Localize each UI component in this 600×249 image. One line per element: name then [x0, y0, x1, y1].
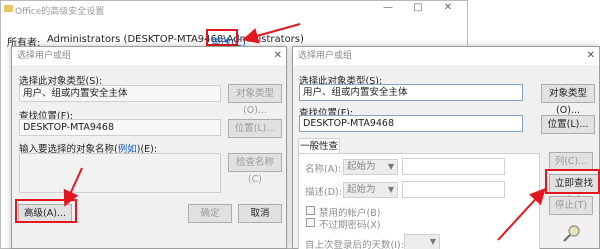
- name-label: 名称(A):: [305, 164, 342, 175]
- select-users-dialog-left: 选择用户或组 ✕ 选择此对象类型(S): 用户、组或内置安全主体 对象类型(O)…: [11, 46, 287, 249]
- object-type-field: 用户、组或内置安全主体: [299, 84, 523, 101]
- name-input[interactable]: [402, 158, 505, 175]
- close-button[interactable]: ✕: [433, 1, 463, 15]
- stop-button[interactable]: 停止(T): [549, 196, 593, 215]
- select-users-dialog-right: 选择用户或组 ✕ 选择此对象类型(S): 用户、组或内置安全主体 对象类型(O)…: [292, 46, 600, 249]
- find-now-button[interactable]: 立即查找(N): [549, 174, 599, 206]
- cancel-button[interactable]: 取消: [238, 204, 282, 223]
- name-combo[interactable]: 起始为 ▼: [343, 159, 398, 175]
- columns-button[interactable]: 列(C)...: [549, 152, 593, 171]
- location-field: DESKTOP-MTA9468: [19, 119, 221, 136]
- desc-label: 描述(D):: [305, 187, 342, 198]
- object-names-textarea[interactable]: [19, 153, 221, 193]
- name-combo-value: 起始为: [347, 161, 376, 172]
- location-button[interactable]: 位置(L)...: [228, 119, 282, 138]
- search-icon: [563, 225, 580, 242]
- advanced-button[interactable]: 高级(A)...: [18, 204, 72, 223]
- close-icon[interactable]: ✕: [274, 47, 282, 65]
- close-icon[interactable]: ✕: [587, 47, 595, 65]
- non-expiring-label: 不过期密码(X): [319, 220, 381, 231]
- owner-value: Administrators (DESKTOP-MTA9468\Administ…: [47, 34, 304, 45]
- object-type-field: 用户、组或内置安全主体: [19, 85, 221, 102]
- days-since-login-combo[interactable]: ▼: [404, 234, 440, 249]
- folder-icon: [4, 5, 13, 12]
- days-since-login-label: 自上次登录后的天数(I):: [305, 240, 404, 249]
- non-expiring-checkbox[interactable]: [306, 218, 315, 227]
- location-field: DESKTOP-MTA9468: [299, 115, 523, 132]
- maximize-button[interactable]: □: [403, 1, 433, 15]
- tab-general-query[interactable]: 一般性查询: [298, 138, 340, 167]
- desc-input[interactable]: [402, 181, 505, 198]
- location-button[interactable]: 位置(L)...: [541, 115, 595, 134]
- desc-combo-value: 起始为: [347, 184, 376, 195]
- chevron-down-icon: ▼: [429, 237, 436, 246]
- chevron-down-icon: ▼: [387, 185, 394, 194]
- chevron-down-icon: ▼: [387, 162, 394, 171]
- general-query-panel: 名称(A): 起始为 ▼ 描述(D): 起始为 ▼ 禁用的帐户(B) 不过期密码…: [298, 153, 540, 249]
- disabled-accounts-checkbox[interactable]: [306, 206, 315, 215]
- dialog-title: 选择用户或组: [12, 47, 286, 65]
- ok-button[interactable]: 确定: [188, 204, 232, 223]
- check-names-button[interactable]: 检查名称(C): [228, 153, 282, 185]
- minimize-button[interactable]: —: [373, 1, 403, 15]
- object-type-button[interactable]: 对象类型(O)...: [541, 84, 595, 116]
- object-type-button[interactable]: 对象类型(O)...: [228, 84, 282, 116]
- window-title: Office的高级安全设置: [15, 7, 105, 17]
- dialog-title: 选择用户或组: [293, 47, 599, 65]
- desc-combo[interactable]: 起始为 ▼: [343, 182, 398, 198]
- window-controls: — □ ✕: [367, 1, 467, 15]
